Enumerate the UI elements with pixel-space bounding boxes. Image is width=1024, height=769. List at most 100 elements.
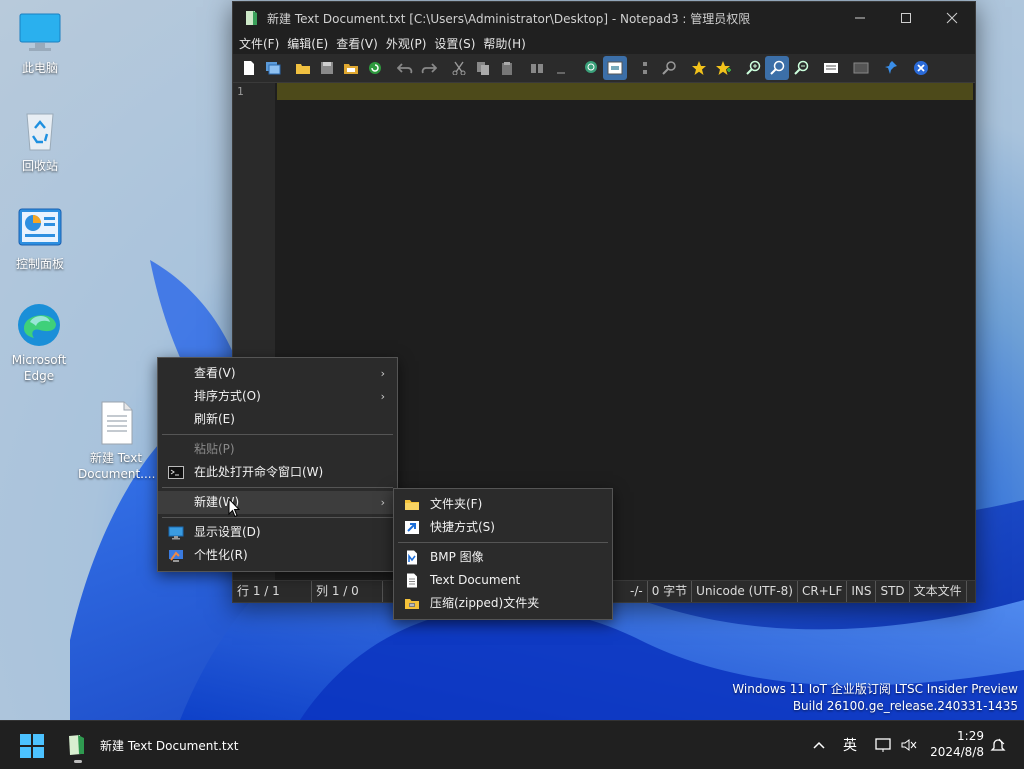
status-bytes: 0 字节 [648,581,693,602]
scheme-icon [824,63,838,73]
taskbar-app-label: 新建 Text Document.txt [100,738,239,753]
status-encoding[interactable]: Unicode (UTF-8) [692,581,798,602]
desktop-icon-this-pc[interactable]: 此电脑 [0,10,80,76]
close-icon [946,12,958,24]
window-title: 新建 Text Document.txt [C:\Users\Administr… [267,11,751,26]
menu-item-sort-by[interactable]: 排序方式(O) › [158,385,397,408]
desktop-icon-edge[interactable]: Microsoft Edge [0,302,79,384]
zoom-find-button[interactable] [657,56,681,80]
volume-button[interactable] [900,721,918,769]
scheme-button[interactable] [819,56,843,80]
watermark-build: Build 26100.ge_release.240331-1435 [792,699,1018,713]
zoom-out-button[interactable] [789,56,813,80]
reload-button[interactable] [363,56,387,80]
status-std[interactable]: STD [876,581,910,602]
show-hidden-icons-button[interactable] [812,721,826,769]
zoom-in-button[interactable] [741,56,765,80]
open-file-button[interactable] [291,56,315,80]
desktop-icon-control-panel[interactable]: 控制面板 [0,206,80,272]
close-circle-icon [914,61,928,75]
chevron-up-icon [813,741,825,749]
submenu-item-bmp[interactable]: BMP 图像 [394,546,612,569]
status-line: 行 1 / 1 [233,581,312,602]
paste-button[interactable] [495,56,519,80]
clock[interactable]: 1:29 2024/8/8 [930,728,984,760]
taskbar: 新建 Text Document.txt 英 1:29 2024/8/8 [0,720,1024,769]
menu-item-label: 文件夹(F) [430,497,483,511]
copy-button[interactable] [471,56,495,80]
notifications-button[interactable] [990,721,1006,769]
minimize-icon [855,17,865,19]
windows-start-icon[interactable] [20,734,44,758]
menu-item-display-settings[interactable]: 显示设置(D) [158,521,397,544]
browse-folder-icon [344,64,358,74]
menu-item-label: 压缩(zipped)文件夹 [430,596,540,610]
pin-button[interactable] [879,56,903,80]
submenu-item-shortcut[interactable]: 快捷方式(S) [394,516,612,539]
cut-button[interactable] [447,56,471,80]
menu-edit[interactable]: 编辑(E) [283,34,332,54]
menu-item-refresh[interactable]: 刷新(E) [158,408,397,431]
save-button[interactable] [315,56,339,80]
shortcut-icon [405,521,419,534]
monitor-icon [19,13,61,51]
new-window-icon [266,62,281,75]
submenu-item-text-document[interactable]: Text Document [394,569,612,592]
zoom-reset-button[interactable] [765,56,789,80]
browse-button[interactable] [339,56,363,80]
fullscreen-button[interactable] [849,56,873,80]
mouse-cursor-icon [228,498,240,518]
watermark-edition: Windows 11 IoT 企业版订阅 LTSC Insider Previe… [732,682,1018,696]
find-button[interactable] [525,56,549,80]
replace-button[interactable] [549,56,573,80]
binoculars-icon [531,64,543,73]
new-file-button[interactable] [237,56,261,80]
line-number: 1 [237,85,244,98]
minimize-button[interactable] [837,2,883,34]
close-button[interactable] [929,2,975,34]
desktop-icon-text-document[interactable]: 新建 Text Document.... [76,400,156,482]
favorites-button[interactable] [711,56,735,80]
copy-icon [477,62,489,75]
taskbar-app-notepad3[interactable]: 新建 Text Document.txt [60,727,244,763]
star-plus-icon [716,61,731,75]
undo-button[interactable] [393,56,417,80]
personalize-icon [169,550,183,562]
menu-settings[interactable]: 设置(S) [430,34,479,54]
toolbar [233,54,975,83]
menu-view[interactable]: 查看(V) [332,34,382,54]
edge-icon [18,304,60,346]
menu-appearance[interactable]: 外观(P) [382,34,431,54]
redo-button[interactable] [417,56,441,80]
menu-item-view[interactable]: 查看(V) › [158,362,397,385]
menu-help[interactable]: 帮助(H) [479,34,529,54]
exit-button[interactable] [909,56,933,80]
submenu-item-folder[interactable]: 文件夹(F) [394,493,612,516]
status-ins[interactable]: INS [847,581,877,602]
word-wrap-button[interactable] [579,56,603,80]
chevron-right-icon: › [380,496,385,509]
display-icon [168,526,184,540]
submenu-item-zip-folder[interactable]: 压缩(zipped)文件夹 [394,592,612,615]
clock-time: 1:29 [957,729,984,743]
desktop-icon-label: Microsoft Edge [11,353,67,383]
menu-item-open-cmd[interactable]: 在此处打开命令窗口(W) [158,461,397,484]
menu-item-new[interactable]: 新建(W) › [158,491,397,514]
notepad3-app-icon [69,735,84,755]
ime-indicator[interactable]: 英 [843,721,857,769]
menu-separator [162,487,393,488]
status-eol[interactable]: CR+LF [798,581,848,602]
title-bar[interactable]: 新建 Text Document.txt [C:\Users\Administr… [233,2,975,34]
maximize-button[interactable] [883,2,929,34]
network-button[interactable] [874,721,892,769]
toggle-view-button[interactable] [603,56,627,80]
menu-file[interactable]: 文件(F) [235,34,283,54]
desktop-icon-recycle-bin[interactable]: 回收站 [0,108,80,174]
bookmark-nav-button[interactable] [633,56,657,80]
status-lexer[interactable]: 文本文件 [910,581,967,602]
new-window-button[interactable] [261,56,285,80]
add-favorite-button[interactable] [687,56,711,80]
notepad3-app-icon [246,11,257,25]
screen-icon [853,62,869,74]
menu-item-personalize[interactable]: 个性化(R) [158,544,397,567]
